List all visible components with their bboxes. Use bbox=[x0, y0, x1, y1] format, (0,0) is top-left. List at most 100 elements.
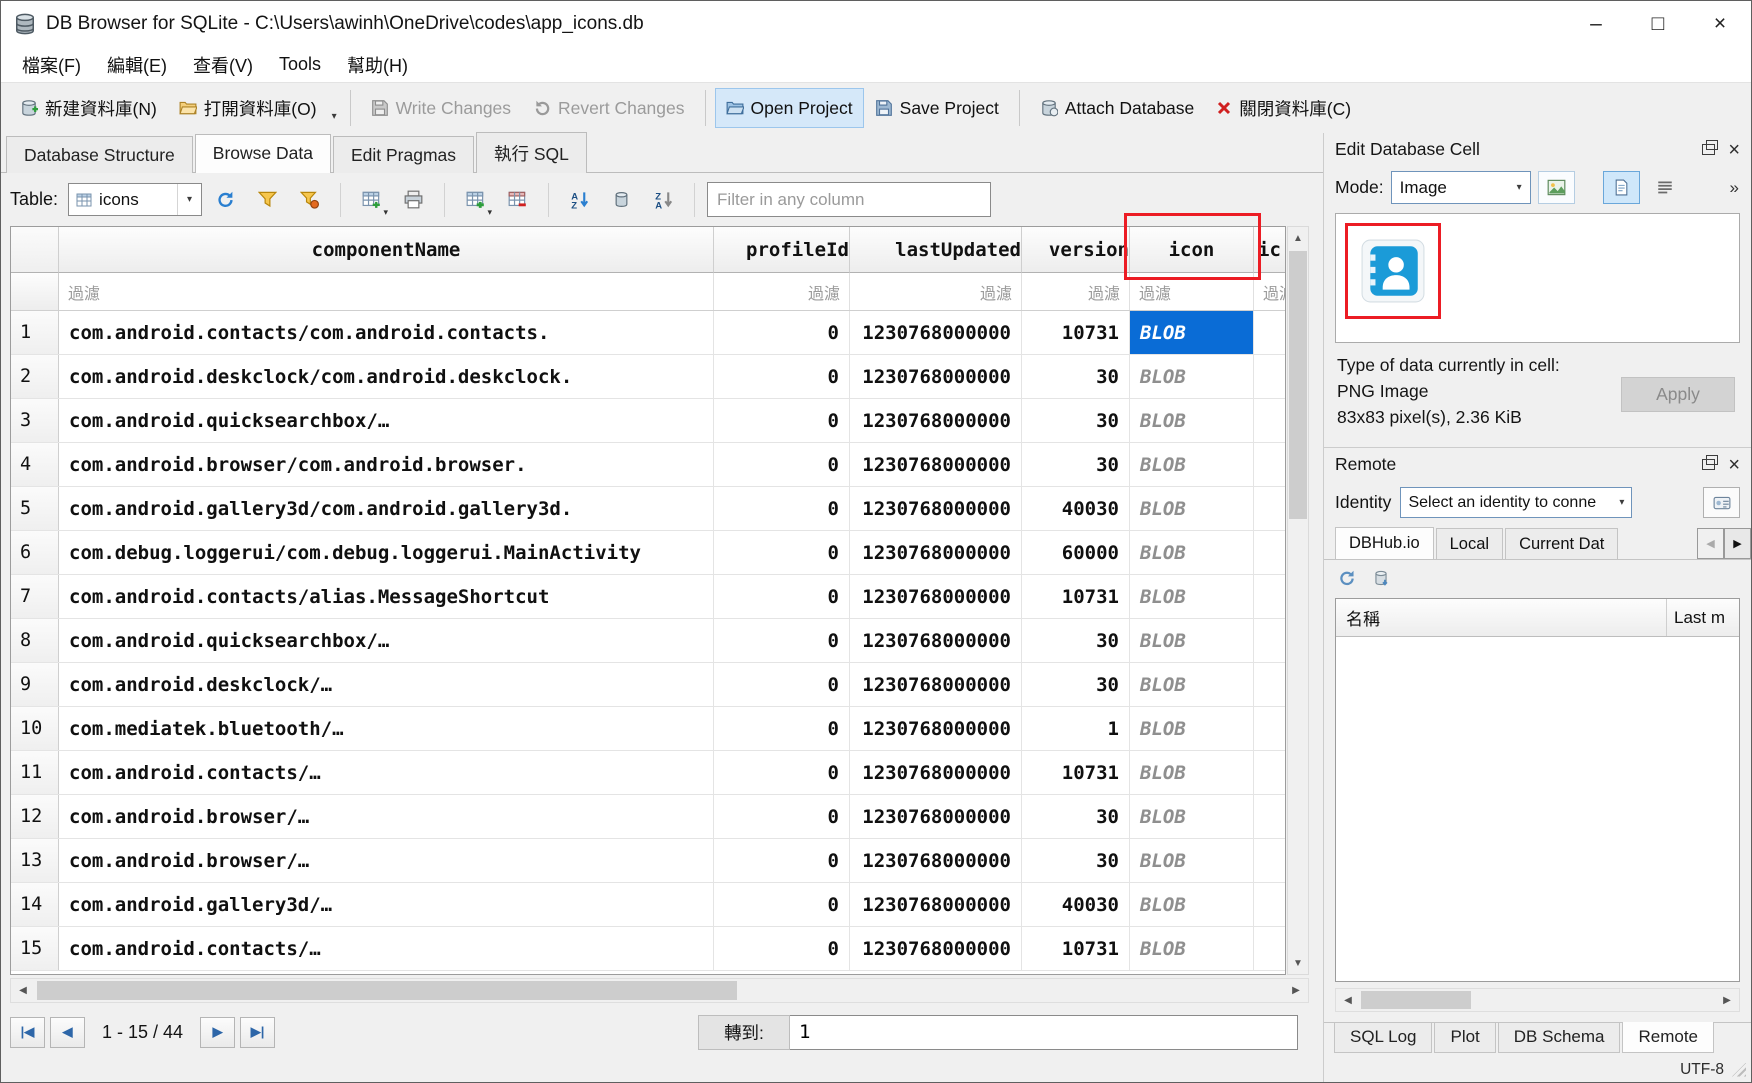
cell-lastupdated[interactable]: 1230768000000 bbox=[850, 751, 1022, 794]
scroll-right-icon[interactable]: ▶ bbox=[1715, 995, 1739, 1006]
cell-componentname[interactable]: com.android.browser/… bbox=[59, 839, 714, 882]
import-export-image-button[interactable] bbox=[1538, 171, 1575, 204]
filter-cell-componentname[interactable]: 過濾 bbox=[59, 273, 714, 310]
row-number[interactable]: 4 bbox=[11, 443, 59, 486]
tab-edit-pragmas[interactable]: Edit Pragmas bbox=[333, 136, 474, 173]
open-database-dropdown[interactable]: ▾ bbox=[328, 88, 341, 128]
row-number[interactable]: 12 bbox=[11, 795, 59, 838]
write-changes-button[interactable]: Write Changes bbox=[360, 88, 522, 128]
cell-partial[interactable] bbox=[1254, 927, 1285, 970]
cell-partial[interactable] bbox=[1254, 707, 1285, 750]
cell-icon[interactable]: BLOB bbox=[1130, 663, 1254, 706]
remote-horizontal-scrollbar[interactable]: ◀ ▶ bbox=[1335, 988, 1740, 1012]
cell-componentname[interactable]: com.android.gallery3d/… bbox=[59, 883, 714, 926]
cell-icon[interactable]: BLOB bbox=[1130, 355, 1254, 398]
close-panel-icon[interactable]: × bbox=[1728, 140, 1740, 160]
menu-view[interactable]: 查看(V) bbox=[180, 47, 266, 82]
cell-lastupdated[interactable]: 1230768000000 bbox=[850, 443, 1022, 486]
scrollbar-thumb[interactable] bbox=[1289, 251, 1307, 519]
scroll-right-icon[interactable]: ▶ bbox=[1284, 985, 1308, 996]
cell-icon[interactable]: BLOB bbox=[1130, 443, 1254, 486]
cell-partial[interactable] bbox=[1254, 619, 1285, 662]
cell-lastupdated[interactable]: 1230768000000 bbox=[850, 531, 1022, 574]
cell-version[interactable]: 30 bbox=[1022, 839, 1130, 882]
cell-icon[interactable]: BLOB bbox=[1130, 311, 1254, 354]
apply-button[interactable]: Apply bbox=[1621, 377, 1735, 412]
menu-help[interactable]: 幫助(H) bbox=[334, 47, 421, 82]
save-filter-button[interactable] bbox=[291, 181, 328, 218]
cell-componentname[interactable]: com.android.contacts/… bbox=[59, 927, 714, 970]
cell-version[interactable]: 1 bbox=[1022, 707, 1130, 750]
resize-grip-icon[interactable] bbox=[1732, 1063, 1746, 1077]
scroll-left-icon[interactable]: ◀ bbox=[1336, 995, 1360, 1006]
cell-componentname[interactable]: com.android.browser/… bbox=[59, 795, 714, 838]
cell-icon[interactable]: BLOB bbox=[1130, 839, 1254, 882]
close-database-button[interactable]: 關閉資料庫(C) bbox=[1205, 88, 1362, 128]
cell-partial[interactable] bbox=[1254, 487, 1285, 530]
scrollbar-thumb[interactable] bbox=[37, 981, 737, 1000]
cell-partial[interactable] bbox=[1254, 883, 1285, 926]
row-number[interactable]: 5 bbox=[11, 487, 59, 530]
cell-partial[interactable] bbox=[1254, 355, 1285, 398]
cell-componentname[interactable]: com.debug.loggerui/com.debug.loggerui.Ma… bbox=[59, 531, 714, 574]
cell-partial[interactable] bbox=[1254, 399, 1285, 442]
row-number[interactable]: 9 bbox=[11, 663, 59, 706]
filter-cell-profileid[interactable]: 過濾 bbox=[714, 273, 850, 310]
cell-profileid[interactable]: 0 bbox=[714, 399, 850, 442]
dock-tab-db-schema[interactable]: DB Schema bbox=[1498, 1023, 1621, 1053]
cell-componentname[interactable]: com.mediatek.bluetooth/… bbox=[59, 707, 714, 750]
cell-partial[interactable] bbox=[1254, 531, 1285, 574]
cell-profileid[interactable]: 0 bbox=[714, 707, 850, 750]
grid-vertical-scrollbar[interactable]: ▲ ▼ bbox=[1287, 226, 1309, 975]
grid-horizontal-scrollbar[interactable]: ◀ ▶ bbox=[10, 978, 1309, 1003]
encoding-status[interactable]: UTF-8 bbox=[1680, 1061, 1724, 1079]
row-number[interactable]: 1 bbox=[11, 311, 59, 354]
cell-lastupdated[interactable]: 1230768000000 bbox=[850, 707, 1022, 750]
filter-cell-partial[interactable]: 過濾 bbox=[1254, 273, 1285, 310]
goto-record-input[interactable] bbox=[790, 1015, 1298, 1050]
cell-version[interactable]: 10731 bbox=[1022, 311, 1130, 354]
tab-scroll-right-icon[interactable]: ▶ bbox=[1724, 528, 1751, 559]
menu-file[interactable]: 檔案(F) bbox=[9, 47, 94, 82]
remote-column-name[interactable]: 名稱 bbox=[1336, 599, 1667, 636]
cell-version[interactable]: 10731 bbox=[1022, 927, 1130, 970]
identity-select[interactable]: Select an identity to conne ▾ bbox=[1400, 487, 1632, 518]
remote-tab-current-database[interactable]: Current Dat bbox=[1505, 528, 1618, 559]
cell-profileid[interactable]: 0 bbox=[714, 751, 850, 794]
cell-componentname[interactable]: com.android.gallery3d/com.android.galler… bbox=[59, 487, 714, 530]
cell-icon[interactable]: BLOB bbox=[1130, 707, 1254, 750]
cell-profileid[interactable]: 0 bbox=[714, 575, 850, 618]
refresh-table-button[interactable] bbox=[207, 181, 244, 218]
float-panel-icon[interactable] bbox=[1702, 459, 1715, 470]
tab-execute-sql[interactable]: 執行 SQL bbox=[476, 132, 587, 173]
cell-lastupdated[interactable]: 1230768000000 bbox=[850, 399, 1022, 442]
revert-changes-button[interactable]: Revert Changes bbox=[522, 88, 695, 128]
row-number[interactable]: 14 bbox=[11, 883, 59, 926]
cell-lastupdated[interactable]: 1230768000000 bbox=[850, 619, 1022, 662]
row-number[interactable]: 13 bbox=[11, 839, 59, 882]
cell-profileid[interactable]: 0 bbox=[714, 487, 850, 530]
cell-version[interactable]: 30 bbox=[1022, 619, 1130, 662]
cell-componentname[interactable]: com.android.quicksearchbox/… bbox=[59, 399, 714, 442]
column-header-profileid[interactable]: profileId bbox=[714, 227, 850, 273]
cell-profileid[interactable]: 0 bbox=[714, 663, 850, 706]
clear-filters-button[interactable] bbox=[249, 181, 286, 218]
export-table-button[interactable]: ▾ bbox=[353, 181, 390, 218]
row-number[interactable]: 7 bbox=[11, 575, 59, 618]
cell-version[interactable]: 10731 bbox=[1022, 575, 1130, 618]
table-select[interactable]: icons ▾ bbox=[68, 183, 202, 216]
menu-tools[interactable]: Tools bbox=[266, 47, 334, 82]
cell-icon[interactable]: BLOB bbox=[1130, 575, 1254, 618]
cell-profileid[interactable]: 0 bbox=[714, 883, 850, 926]
scroll-left-icon[interactable]: ◀ bbox=[11, 985, 35, 996]
cell-version[interactable]: 60000 bbox=[1022, 531, 1130, 574]
cell-icon[interactable]: BLOB bbox=[1130, 531, 1254, 574]
cell-partial[interactable] bbox=[1254, 795, 1285, 838]
cell-profileid[interactable]: 0 bbox=[714, 355, 850, 398]
word-wrap-button[interactable] bbox=[1647, 171, 1684, 204]
cell-lastupdated[interactable]: 1230768000000 bbox=[850, 663, 1022, 706]
dock-tab-remote[interactable]: Remote bbox=[1622, 1022, 1714, 1053]
last-page-button[interactable]: ▶| bbox=[240, 1017, 275, 1048]
minimize-button[interactable]: – bbox=[1565, 1, 1627, 47]
tab-database-structure[interactable]: Database Structure bbox=[6, 136, 193, 173]
